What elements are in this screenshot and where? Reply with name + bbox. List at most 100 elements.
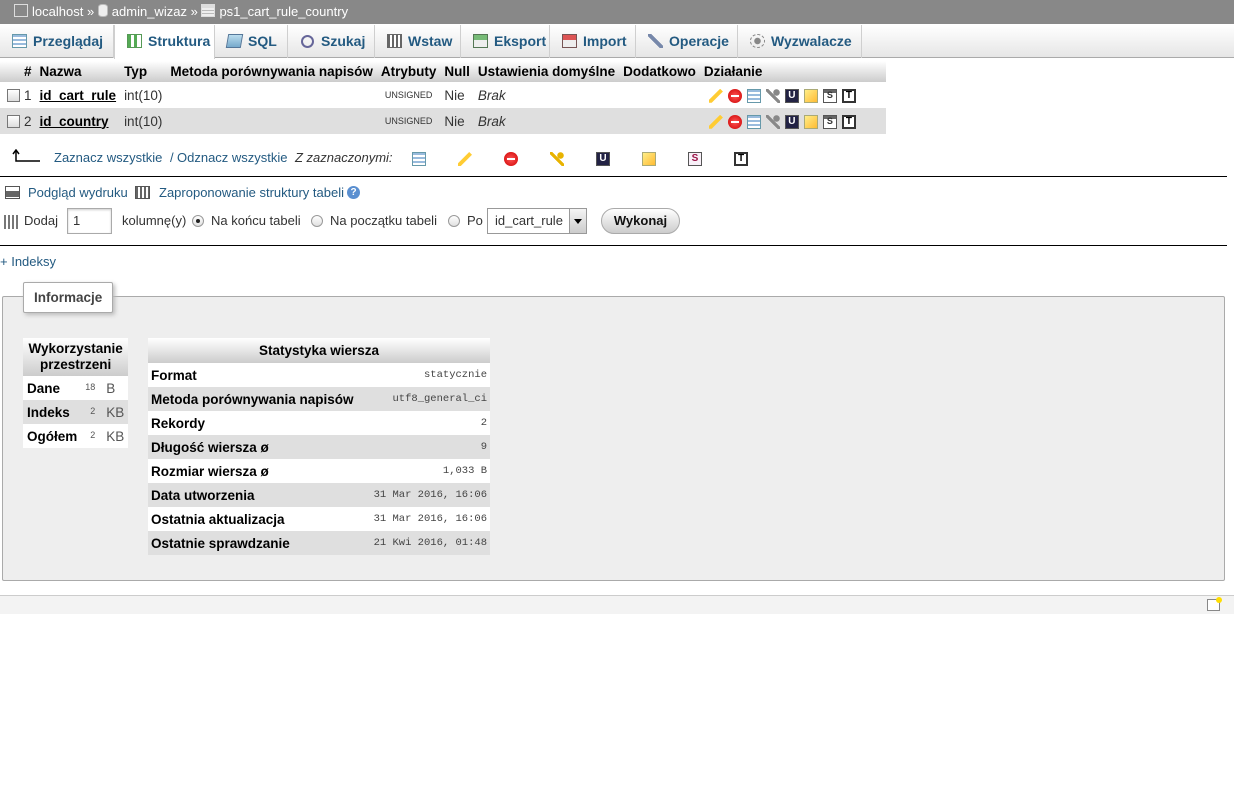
bulk-separator: /: [170, 150, 174, 165]
table-row: Indeks 2 KB: [23, 400, 129, 424]
wrench-icon: [648, 34, 663, 48]
print-view-link[interactable]: Podgląd wydruku: [28, 185, 128, 200]
table-row: Ogółem 2 KB: [23, 424, 129, 448]
bulk-drop-icon[interactable]: [504, 152, 518, 166]
at-beginning-label[interactable]: Na początku tabeli: [330, 213, 437, 228]
primary-key-icon[interactable]: [765, 88, 780, 103]
index-icon[interactable]: [803, 114, 818, 129]
space-label: Ogółem: [23, 424, 82, 448]
at-end-label[interactable]: Na końcu tabeli: [211, 213, 301, 228]
add-column-form: Dodaj 1 kolumnę(y) Na końcu tabeli Na po…: [0, 208, 700, 236]
col-header-attributes: Atrybuty: [376, 61, 441, 82]
tab-browse[interactable]: Przeglądaj: [0, 25, 114, 58]
spatial-icon[interactable]: S: [822, 88, 837, 103]
space-label: Dane: [23, 376, 82, 400]
edit-icon[interactable]: [708, 114, 723, 129]
tab-triggers[interactable]: Wyzwalacze: [738, 25, 862, 58]
column-count-input[interactable]: 1: [67, 208, 112, 234]
at-end-radio[interactable]: [192, 215, 204, 227]
space-unit: KB: [102, 400, 129, 424]
primary-key-icon[interactable]: [765, 114, 780, 129]
table-row: Metoda porównywania napisów utf8_general_…: [148, 387, 490, 411]
go-button[interactable]: Wykonaj: [601, 208, 680, 234]
sql-icon: [225, 34, 244, 48]
propose-structure-link[interactable]: Zaproponowanie struktury tabeli: [159, 185, 344, 200]
bulk-primary-key-icon[interactable]: [550, 152, 564, 166]
fulltext-icon[interactable]: T: [841, 114, 856, 129]
table-row: Data utworzenia 31 Mar 2016, 16:06: [148, 483, 490, 507]
unique-icon[interactable]: U: [784, 114, 799, 129]
tab-insert[interactable]: Wstaw: [375, 25, 461, 58]
tab-search[interactable]: Szukaj: [288, 25, 375, 58]
tab-sql[interactable]: SQL: [215, 25, 288, 58]
browse-icon: [12, 34, 27, 48]
console-icon[interactable]: [1207, 597, 1222, 611]
tab-export[interactable]: Eksport: [461, 25, 550, 58]
drop-icon[interactable]: [727, 88, 742, 103]
unique-icon[interactable]: U: [784, 88, 799, 103]
spatial-icon[interactable]: S: [822, 114, 837, 129]
stat-label: Rozmiar wiersza ø: [148, 459, 357, 483]
breadcrumb-database[interactable]: admin_wizaz: [97, 4, 187, 19]
field-attributes: UNSIGNED: [384, 116, 433, 126]
breadcrumb-server[interactable]: localhost: [14, 4, 83, 19]
browse-values-icon[interactable]: [746, 88, 761, 103]
field-collation: [166, 82, 377, 108]
table-row: Długość wiersza ø9: [148, 435, 490, 459]
fulltext-icon[interactable]: T: [841, 88, 856, 103]
bulk-browse-icon[interactable]: [412, 152, 426, 166]
field-name[interactable]: id_country: [40, 114, 109, 129]
col-header-null: Null: [440, 61, 474, 82]
col-header-default: Ustawienia domyślne: [473, 61, 620, 82]
breadcrumb-table[interactable]: ps1_cart_rule_country: [201, 4, 348, 19]
tab-structure[interactable]: Struktura: [114, 25, 215, 59]
uncheck-all-link[interactable]: Odznacz wszystkie: [177, 150, 288, 165]
bulk-index-icon[interactable]: [642, 152, 656, 166]
after-field-select[interactable]: id_cart_rule: [487, 208, 587, 234]
space-value: 18: [85, 381, 96, 392]
help-icon[interactable]: ?: [347, 186, 360, 199]
index-icon[interactable]: [803, 88, 818, 103]
table-row: Format statycznie: [148, 363, 490, 387]
bulk-fulltext-icon[interactable]: T: [734, 152, 748, 166]
database-icon: [97, 4, 108, 17]
after-field-value: id_cart_rule: [495, 213, 563, 228]
field-type: int(10): [120, 108, 167, 134]
export-icon: [473, 34, 488, 48]
space-usage-header: Wykorzystanie przestrzeni: [23, 338, 129, 376]
space-unit: B: [102, 376, 129, 400]
structure-icon: [127, 34, 142, 48]
browse-values-icon[interactable]: [746, 114, 761, 129]
chevron-down-icon[interactable]: [569, 209, 586, 233]
bulk-spatial-icon[interactable]: S: [688, 152, 702, 166]
tab-import[interactable]: Import: [550, 25, 636, 58]
search-icon: [301, 35, 314, 48]
bulk-actions: Zaznacz wszystkie / Odznacz wszystkie Z …: [0, 147, 900, 169]
at-beginning-radio[interactable]: [311, 215, 323, 227]
field-default: Brak: [477, 113, 506, 129]
stat-value: utf8_general_ci: [357, 387, 490, 411]
field-name[interactable]: id_cart_rule: [40, 88, 117, 103]
bulk-unique-icon[interactable]: U: [596, 152, 610, 166]
after-radio[interactable]: [448, 215, 460, 227]
col-header-collation: Metoda porównywania napisów: [166, 61, 377, 82]
after-label[interactable]: Po: [467, 213, 483, 228]
tab-operations[interactable]: Operacje: [636, 25, 738, 58]
drop-icon[interactable]: [727, 114, 742, 129]
space-unit: KB: [102, 424, 129, 448]
table-row: 1 id_cart_rule int(10) UNSIGNED Nie Brak…: [0, 82, 886, 108]
col-header-num: #: [20, 61, 36, 82]
row-checkbox[interactable]: [7, 115, 20, 129]
table-row: 2 id_country int(10) UNSIGNED Nie Brak U…: [0, 108, 886, 134]
check-all-link[interactable]: Zaznacz wszystkie: [54, 150, 162, 165]
row-checkbox[interactable]: [7, 89, 20, 103]
stat-value: 9: [357, 435, 490, 459]
bulk-edit-icon[interactable]: [458, 152, 472, 166]
propose-structure-icon: [135, 186, 150, 199]
breadcrumb-separator: »: [190, 4, 198, 19]
edit-icon[interactable]: [708, 88, 723, 103]
row-number: 2: [20, 108, 36, 134]
indexes-toggle-link[interactable]: + Indeksy: [0, 254, 56, 269]
space-usage-table: Wykorzystanie przestrzeni Dane 18 B Inde…: [23, 338, 129, 448]
col-header-extra: Dodatkowo: [619, 61, 700, 82]
